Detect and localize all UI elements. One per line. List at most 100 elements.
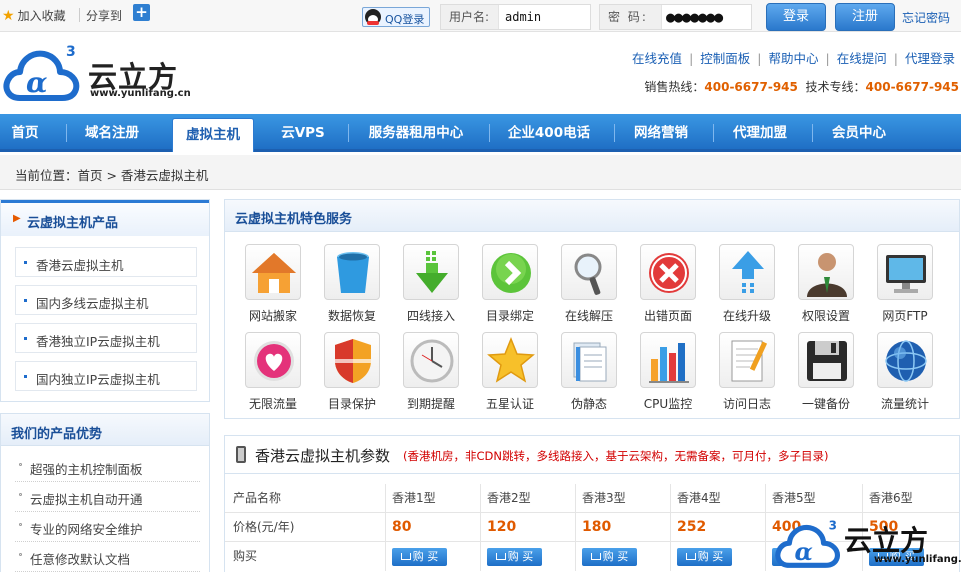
feature-five-star[interactable]: 五星认证 <box>472 332 546 412</box>
nav-member[interactable]: 会员中心 <box>822 114 896 152</box>
feature-dir-protect[interactable]: 目录保护 <box>314 332 388 412</box>
link-recharge[interactable]: 在线充值 <box>632 51 682 66</box>
tech-label: 技术专线： <box>805 80 866 94</box>
username-input[interactable]: admin <box>505 5 541 29</box>
table-row: 产品名称 香港1型 香港2型 香港3型 香港4型 香港5型 香港6型 <box>225 484 959 513</box>
list-item[interactable]: 云虚拟主机自动开通 <box>15 482 200 512</box>
nav-agent[interactable]: 代理加盟 <box>723 114 797 152</box>
bar-chart-icon <box>640 332 696 388</box>
bullet-icon <box>19 553 22 556</box>
feature-access-log[interactable]: 访问日志 <box>709 332 783 412</box>
sidebar-item-label: 国内独立IP云虚拟主机 <box>36 372 160 387</box>
user-icon <box>798 244 854 300</box>
buy-button[interactable]: 购 买 <box>677 548 732 566</box>
feature-upgrade[interactable]: 在线升级 <box>709 244 783 324</box>
feature-backup[interactable]: 一键备份 <box>788 332 862 412</box>
add-favorite-link[interactable]: ★ 加入收藏 <box>2 7 66 24</box>
magnifier-icon <box>561 244 617 300</box>
feature-dir-bind[interactable]: 目录绑定 <box>472 244 546 324</box>
login-button[interactable]: 登录 <box>766 3 826 31</box>
hotline: 销售热线：400-6677-945 技术专线：400-6677-945 <box>644 78 959 95</box>
feature-cpu-monitor[interactable]: CPU监控 <box>630 332 704 412</box>
svg-text:3: 3 <box>829 518 837 532</box>
nav-home[interactable]: 首页 <box>0 114 50 152</box>
buy-button[interactable]: 购 买 <box>582 548 637 566</box>
logo-url: www.yunlifang.cn <box>90 88 191 99</box>
sidebar-item-label: 国内多线云虚拟主机 <box>36 296 149 311</box>
link-ask[interactable]: 在线提问 <box>837 51 887 66</box>
list-item[interactable]: 超强的主机控制面板 <box>15 452 200 482</box>
sidebar-item-cn-ip[interactable]: 国内独立IP云虚拟主机 <box>15 361 197 391</box>
params-subtitle: (香港机房，非CDN跳转，多线路接入，基于云架构，无需备案，可月付，多子目录) <box>403 449 829 463</box>
feature-traffic-stats[interactable]: 流量统计 <box>867 332 941 412</box>
password-field[interactable]: 密 码: ●●●●●●● <box>599 4 752 30</box>
qq-login-button[interactable]: QQ登录 <box>362 7 430 27</box>
document-icon <box>561 332 617 388</box>
monitor-icon <box>877 244 933 300</box>
model-name: 香港1型 <box>385 484 480 513</box>
password-input[interactable]: ●●●●●●● <box>666 5 723 29</box>
feature-web-ftp[interactable]: 网页FTP <box>867 244 941 324</box>
buy-button[interactable]: 购 买 <box>392 548 447 566</box>
globe-icon <box>877 332 933 388</box>
feature-unzip[interactable]: 在线解压 <box>551 244 625 324</box>
advantage-label: 任意修改默认文档 <box>30 552 131 567</box>
breadcrumb-text: 当前位置：首页 > 香港云虚拟主机 <box>15 168 209 183</box>
sidebar-item-label: 香港独立IP云虚拟主机 <box>36 334 160 349</box>
list-item[interactable]: 任意修改默认文档 <box>15 542 200 572</box>
feature-label: 流量统计 <box>880 397 929 411</box>
feature-label: 目录绑定 <box>485 309 534 323</box>
sidebar-advantages-title: 我们的产品优势 <box>11 427 103 442</box>
feature-label: 在线解压 <box>564 309 613 323</box>
sidebar-item-hk-cloud[interactable]: 香港云虚拟主机 <box>15 247 197 277</box>
arrow-right-icon: ▶ <box>13 213 21 224</box>
buy-button[interactable]: 购 买 <box>487 548 542 566</box>
sales-label: 销售热线： <box>644 80 705 94</box>
svg-text:3: 3 <box>66 44 76 60</box>
up-arrow-icon <box>719 244 775 300</box>
feature-label: 一键备份 <box>801 397 850 411</box>
list-item[interactable]: 专业的网络安全维护 <box>15 512 200 542</box>
feature-site-move[interactable]: 网站搬家 <box>235 244 309 324</box>
feature-four-line[interactable]: 四线接入 <box>393 244 467 324</box>
site-logo[interactable]: α 3 云立方 www.yunlifang.cn <box>2 42 202 104</box>
nav-server-rental[interactable]: 服务器租用中心 <box>358 114 474 152</box>
model-name: 香港3型 <box>575 484 670 513</box>
sidebar-item-label: 香港云虚拟主机 <box>36 258 124 273</box>
watermark-text: 云立方 <box>844 524 929 557</box>
params-title: 香港云虚拟主机参数 <box>255 447 391 465</box>
feature-data-restore[interactable]: 数据恢复 <box>314 244 388 324</box>
sidebar-item-cn-multiline[interactable]: 国内多线云虚拟主机 <box>15 285 197 315</box>
register-button[interactable]: 注册 <box>835 3 895 31</box>
share-plus-icon[interactable]: + <box>133 4 150 21</box>
feature-expiry-reminder[interactable]: 到期提醒 <box>393 332 467 412</box>
link-help[interactable]: 帮助中心 <box>769 51 819 66</box>
nav-domain[interactable]: 域名注册 <box>76 114 148 152</box>
model-name: 香港5型 <box>765 484 862 513</box>
nav-virtual-host[interactable]: 虚拟主机 <box>172 118 254 152</box>
feature-unlimited-traffic[interactable]: 无限流量 <box>235 332 309 412</box>
feature-permission[interactable]: 权限设置 <box>788 244 862 324</box>
notepad-icon <box>719 332 775 388</box>
feature-label: 四线接入 <box>406 309 455 323</box>
feature-pseudo-static[interactable]: 伪静态 <box>551 332 625 412</box>
nav-cloud-vps[interactable]: 云VPS <box>274 114 332 152</box>
feature-error-page[interactable]: 出错页面 <box>630 244 704 324</box>
advantage-label: 云虚拟主机自动开通 <box>30 492 143 507</box>
username-field[interactable]: 用户名: admin <box>440 4 591 30</box>
red-x-icon <box>640 244 696 300</box>
cart-icon <box>495 553 506 560</box>
sidebar-item-hk-ip[interactable]: 香港独立IP云虚拟主机 <box>15 323 197 353</box>
link-control-panel[interactable]: 控制面板 <box>700 51 750 66</box>
features-header: 云虚拟主机特色服务 <box>225 200 959 232</box>
nav-marketing[interactable]: 网络营销 <box>624 114 698 152</box>
main-nav: 首页 域名注册 虚拟主机 云VPS 服务器租用中心 企业400电话 网络营销 代… <box>0 114 961 152</box>
link-agent-login[interactable]: 代理登录 <box>905 51 955 66</box>
star-icon: ★ <box>2 8 15 24</box>
phone-icon <box>236 446 246 463</box>
model-name: 香港6型 <box>862 484 959 513</box>
top-bar: ★ 加入收藏 分享到 + QQ登录 用户名: admin 密 码: ●●●●●●●… <box>0 0 961 32</box>
feature-label: 五星认证 <box>485 397 534 411</box>
forgot-password-link[interactable]: 忘记密码 <box>902 9 950 26</box>
nav-400-phone[interactable]: 企业400电话 <box>499 114 599 152</box>
